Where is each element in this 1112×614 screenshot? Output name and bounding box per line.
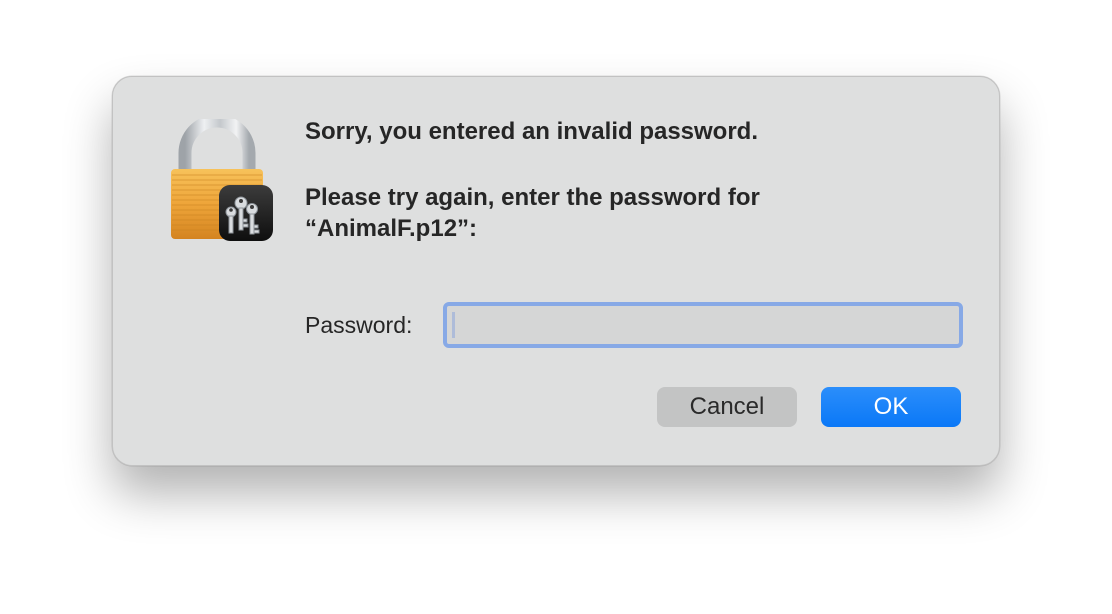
ok-button[interactable]: OK xyxy=(821,387,961,427)
password-prompt: Please try again, enter the password for… xyxy=(305,184,760,242)
text-cursor xyxy=(452,312,455,338)
password-dialog: Sorry, you entered an invalid password. … xyxy=(112,76,1000,466)
keychain-lock-icon xyxy=(171,119,273,241)
cancel-button[interactable]: Cancel xyxy=(657,387,797,427)
password-field[interactable] xyxy=(443,302,963,348)
password-label: Password: xyxy=(305,312,413,338)
error-headline: Sorry, you entered an invalid password. xyxy=(305,118,759,145)
